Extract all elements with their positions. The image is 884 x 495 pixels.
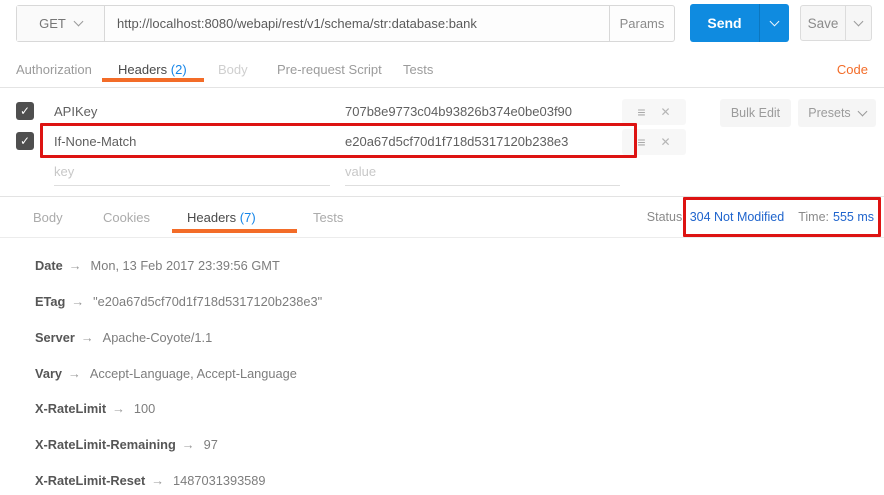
chevron-down-icon xyxy=(770,16,780,26)
header-key-field[interactable]: If-None-Match xyxy=(54,127,330,156)
response-header-row: Server → Apache-Coyote/1.1 xyxy=(35,330,212,348)
tab-pre-request-script[interactable]: Pre-request Script xyxy=(277,52,382,87)
status-label: Status: xyxy=(647,210,686,224)
presets-button[interactable]: Presets xyxy=(798,99,876,127)
header-row-if-none-match: ✓ If-None-Match e20a67d5cf70d1f718d53171… xyxy=(0,127,884,157)
response-header-value: Apache-Coyote/1.1 xyxy=(103,330,213,345)
arrow-icon: → xyxy=(151,473,164,488)
url-input[interactable]: http://localhost:8080/webapi/rest/v1/sch… xyxy=(105,6,609,41)
request-bar: GET http://localhost:8080/webapi/rest/v1… xyxy=(16,5,675,42)
active-tab-indicator xyxy=(172,229,297,233)
response-header-value: 1487031393589 xyxy=(173,473,266,488)
method-dropdown[interactable]: GET xyxy=(17,6,105,41)
response-header-row: ETag → "e20a67d5cf70d1f718d5317120b238e3" xyxy=(35,294,322,312)
chevron-down-icon xyxy=(73,17,83,27)
response-header-name: X-RateLimit-Remaining xyxy=(35,437,176,452)
pane-divider xyxy=(0,196,884,197)
tab-tests-request[interactable]: Tests xyxy=(403,52,433,87)
tab-authorization[interactable]: Authorization xyxy=(16,52,92,87)
save-button-group: Save xyxy=(800,5,872,41)
active-tab-indicator xyxy=(102,78,204,82)
send-options-button[interactable] xyxy=(759,4,789,42)
response-header-value: 97 xyxy=(204,437,218,452)
arrow-icon: → xyxy=(68,366,81,381)
arrow-icon: → xyxy=(112,401,125,416)
save-button[interactable]: Save xyxy=(801,6,845,40)
response-header-value: Mon, 13 Feb 2017 23:39:56 GMT xyxy=(91,258,280,273)
postman-request-view: GET http://localhost:8080/webapi/rest/v1… xyxy=(0,0,884,495)
tab-body-request[interactable]: Body xyxy=(218,52,248,87)
checkbox-checked[interactable]: ✓ xyxy=(16,132,34,150)
header-value-field[interactable]: 707b8e9773c04b93826b374e0be03f90 xyxy=(345,97,620,126)
drag-handle-icon[interactable]: ≡ xyxy=(637,134,645,150)
request-tabs: Authorization Headers (2) Body Pre-reque… xyxy=(0,52,884,88)
header-row-apikey: ✓ APIKey 707b8e9773c04b93826b374e0be03f9… xyxy=(0,97,884,127)
row-actions: ≡ ✕ xyxy=(622,129,686,155)
arrow-icon: → xyxy=(69,258,82,273)
headers-count-badge: (2) xyxy=(171,62,187,77)
header-key-field[interactable]: APIKey xyxy=(54,97,330,126)
header-value-field-empty[interactable]: value xyxy=(345,157,620,186)
arrow-icon: → xyxy=(71,294,84,309)
drag-handle-icon[interactable]: ≡ xyxy=(637,104,645,120)
arrow-icon: → xyxy=(81,330,94,345)
chevron-down-icon xyxy=(857,106,867,116)
header-value-field[interactable]: e20a67d5cf70d1f718d5317120b238e3 xyxy=(345,127,620,156)
header-key-field-empty[interactable]: key xyxy=(54,157,330,186)
response-header-row: X-RateLimit → 100 xyxy=(35,401,155,419)
arrow-icon: → xyxy=(182,437,195,452)
method-label: GET xyxy=(39,16,66,31)
send-button[interactable]: Send xyxy=(690,4,759,42)
response-header-name: Date xyxy=(35,258,63,273)
response-header-name: Server xyxy=(35,330,75,345)
chevron-down-icon xyxy=(854,16,864,26)
response-header-row: X-RateLimit-Remaining → 97 xyxy=(35,437,218,455)
params-button[interactable]: Params xyxy=(609,6,674,41)
response-header-value: "e20a67d5cf70d1f718d5317120b238e3" xyxy=(93,294,322,309)
code-link[interactable]: Code xyxy=(837,52,868,87)
response-header-row: Vary → Accept-Language, Accept-Language xyxy=(35,366,297,384)
time-value: 555 ms xyxy=(833,210,874,224)
response-header-value: Accept-Language, Accept-Language xyxy=(90,366,297,381)
response-header-row: X-RateLimit-Reset → 1487031393589 xyxy=(35,473,266,491)
save-options-button[interactable] xyxy=(845,6,871,40)
header-row-empty: key value xyxy=(0,157,884,187)
delete-row-icon[interactable]: ✕ xyxy=(661,105,671,119)
time-label: Time: xyxy=(798,210,829,224)
response-header-name: X-RateLimit xyxy=(35,401,106,416)
checkbox-checked[interactable]: ✓ xyxy=(16,102,34,120)
row-actions: ≡ ✕ xyxy=(622,99,686,125)
response-header-row: Date → Mon, 13 Feb 2017 23:39:56 GMT xyxy=(35,258,280,276)
delete-row-icon[interactable]: ✕ xyxy=(661,135,671,149)
bulk-edit-button[interactable]: Bulk Edit xyxy=(720,99,791,127)
response-header-value: 100 xyxy=(134,401,155,416)
response-status-bar: Status: 304 Not Modified Time: 555 ms xyxy=(0,210,874,224)
response-header-name: Vary xyxy=(35,366,62,381)
response-header-name: X-RateLimit-Reset xyxy=(35,473,145,488)
response-header-name: ETag xyxy=(35,294,65,309)
status-value: 304 Not Modified xyxy=(690,210,785,224)
send-button-group: Send xyxy=(690,4,789,42)
